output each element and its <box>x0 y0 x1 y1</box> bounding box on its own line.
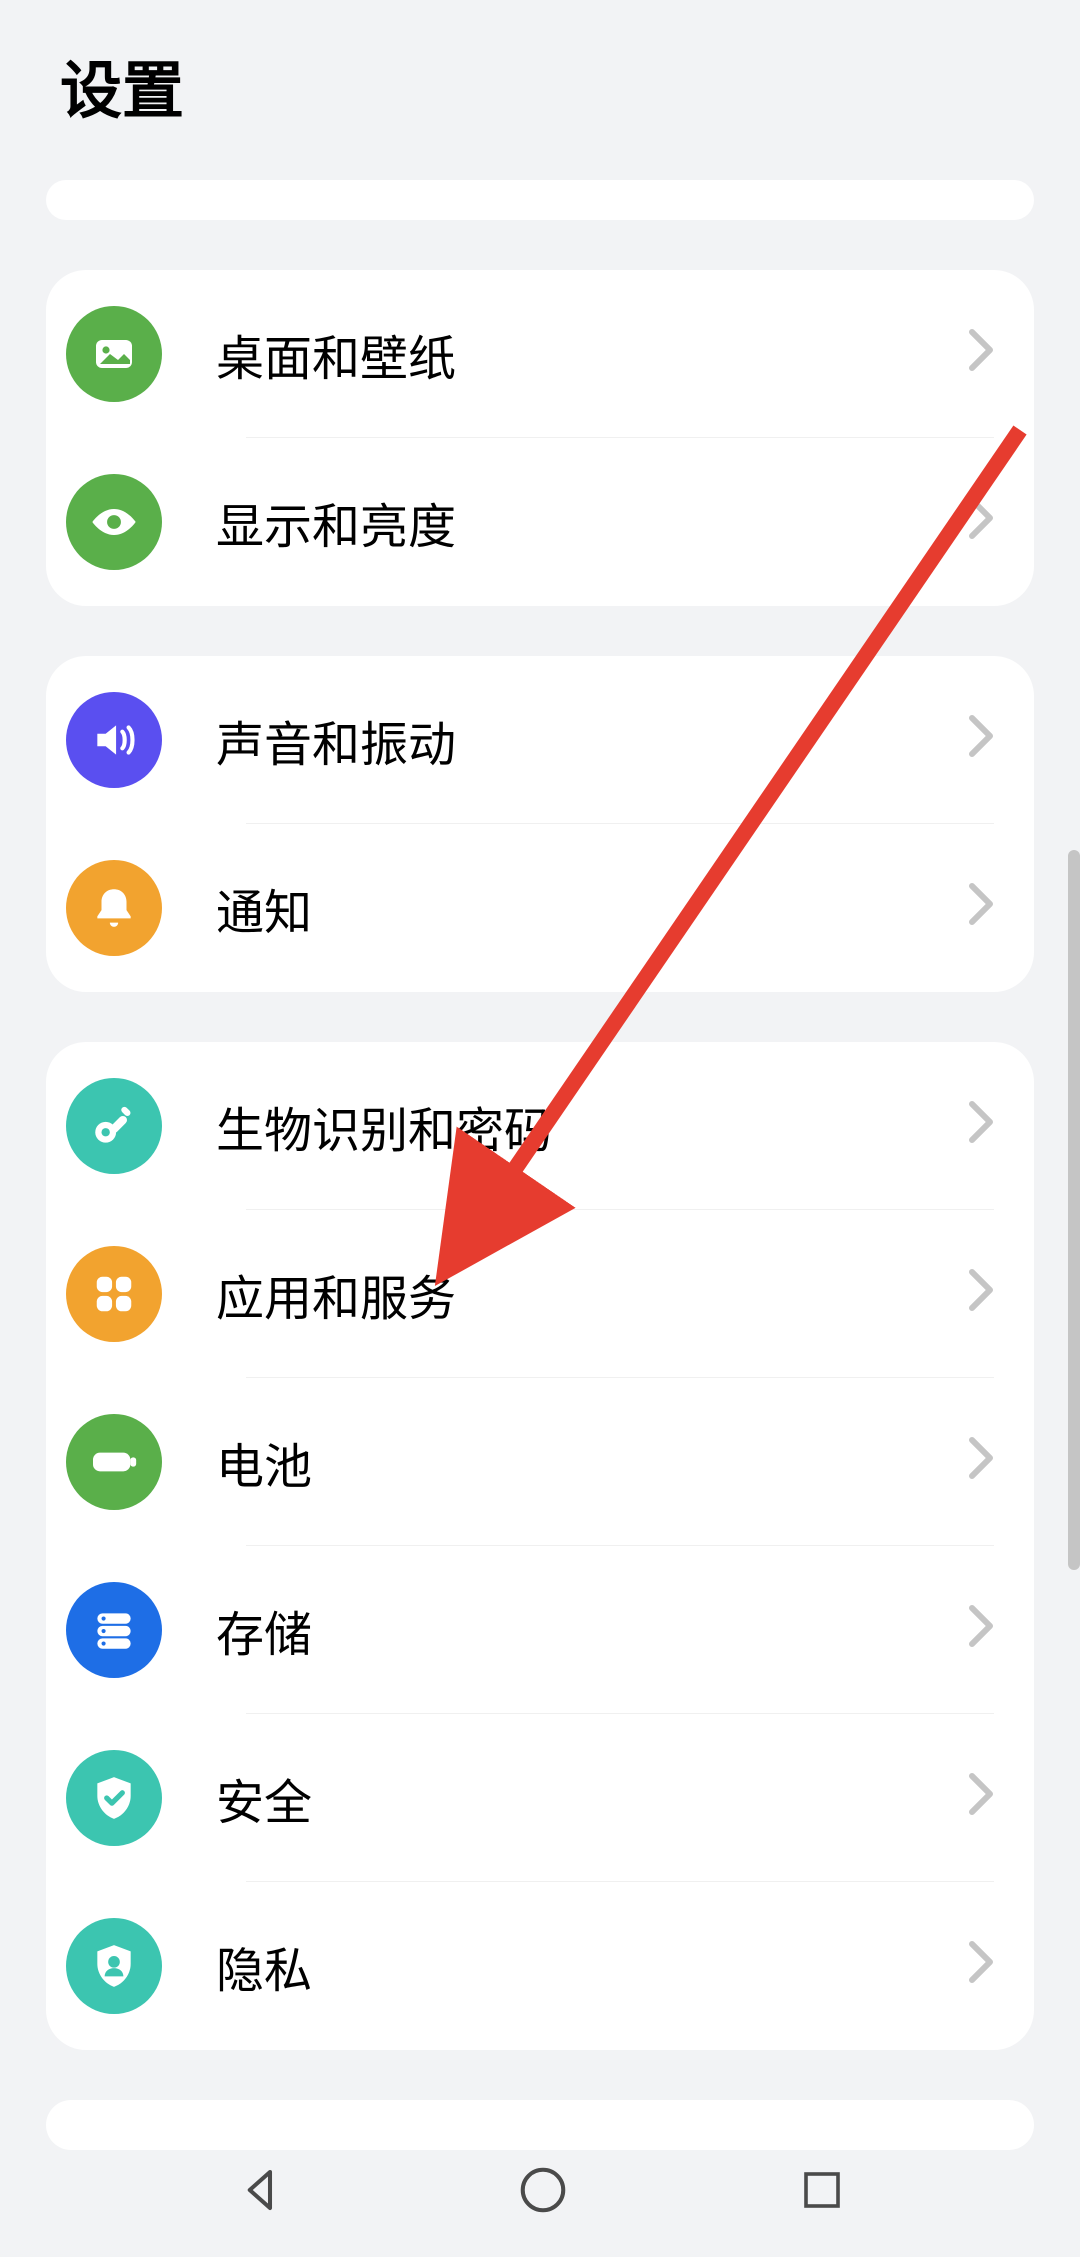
row-display-brightness[interactable]: 显示和亮度 <box>46 438 1034 606</box>
chevron-right-icon <box>968 1940 994 1993</box>
storage-icon <box>66 1582 162 1678</box>
settings-group-sound: 声音和振动 通知 <box>46 656 1034 992</box>
chevron-right-icon <box>968 882 994 935</box>
chevron-right-icon <box>968 1100 994 1153</box>
row-label: 桌面和壁纸 <box>216 319 968 389</box>
settings-content: 桌面和壁纸 显示和亮度 声音和振动 <box>0 180 1080 2150</box>
row-label: 电池 <box>216 1427 968 1497</box>
scrollbar[interactable] <box>1068 850 1080 1570</box>
row-storage[interactable]: 存储 <box>46 1546 1034 1714</box>
row-label: 应用和服务 <box>216 1259 968 1329</box>
row-label: 生物识别和密码 <box>216 1091 968 1161</box>
grid-icon <box>66 1246 162 1342</box>
settings-group-system: 生物识别和密码 应用和服务 电池 <box>46 1042 1034 2050</box>
nav-recent-icon[interactable] <box>798 2166 846 2219</box>
chevron-right-icon <box>968 1436 994 1489</box>
chevron-right-icon <box>968 496 994 549</box>
row-privacy[interactable]: 隐私 <box>46 1882 1034 2050</box>
shield-user-icon <box>66 1918 162 2014</box>
row-notifications[interactable]: 通知 <box>46 824 1034 992</box>
chevron-right-icon <box>968 328 994 381</box>
row-battery[interactable]: 电池 <box>46 1378 1034 1546</box>
bell-icon <box>66 860 162 956</box>
photo-icon <box>66 306 162 402</box>
header: 设置 <box>0 0 1080 180</box>
system-nav-bar <box>0 2127 1080 2257</box>
card-partial-top <box>46 180 1034 220</box>
row-label: 通知 <box>216 873 968 943</box>
nav-back-icon[interactable] <box>234 2163 288 2222</box>
chevron-right-icon <box>968 1604 994 1657</box>
settings-group-display: 桌面和壁纸 显示和亮度 <box>46 270 1034 606</box>
battery-icon <box>66 1414 162 1510</box>
shield-check-icon <box>66 1750 162 1846</box>
chevron-right-icon <box>968 714 994 767</box>
row-home-wallpaper[interactable]: 桌面和壁纸 <box>46 270 1034 438</box>
row-label: 声音和振动 <box>216 705 968 775</box>
chevron-right-icon <box>968 1772 994 1825</box>
row-label: 安全 <box>216 1763 968 1833</box>
nav-home-icon[interactable] <box>516 2163 570 2222</box>
page-title: 设置 <box>60 40 1020 130</box>
row-label: 显示和亮度 <box>216 487 968 557</box>
row-apps-services[interactable]: 应用和服务 <box>46 1210 1034 1378</box>
row-label: 存储 <box>216 1595 968 1665</box>
speaker-icon <box>66 692 162 788</box>
chevron-right-icon <box>968 1268 994 1321</box>
row-sound-vibration[interactable]: 声音和振动 <box>46 656 1034 824</box>
eye-icon <box>66 474 162 570</box>
row-security[interactable]: 安全 <box>46 1714 1034 1882</box>
row-biometrics-password[interactable]: 生物识别和密码 <box>46 1042 1034 1210</box>
key-icon <box>66 1078 162 1174</box>
row-label: 隐私 <box>216 1931 968 2001</box>
